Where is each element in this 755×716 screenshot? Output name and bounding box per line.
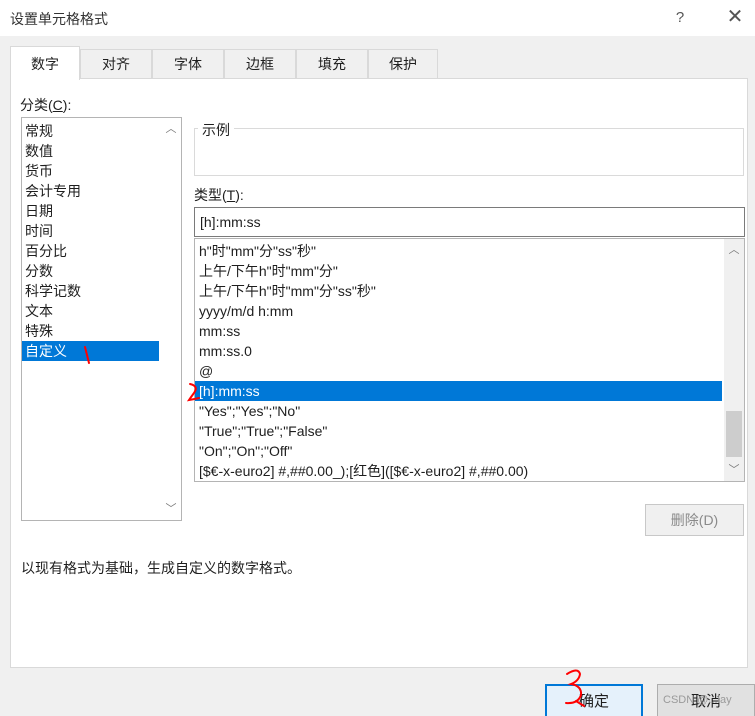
type-input[interactable]: [h]:mm:ss — [194, 207, 745, 237]
format-item[interactable]: [$€-x-euro2] #,##0.00_);[红色]([$€-x-euro2… — [195, 461, 722, 481]
tab-alignment[interactable]: 对齐 — [80, 49, 152, 79]
type-label: 类型(T): — [194, 187, 244, 203]
delete-button[interactable]: 删除(D) — [645, 504, 744, 536]
format-item[interactable]: yyyy/m/d h:mm — [195, 301, 722, 321]
format-item[interactable]: h"时"mm"分"ss"秒" — [195, 241, 722, 261]
format-item[interactable]: mm:ss.0 — [195, 341, 722, 361]
sample-label: 示例 — [198, 120, 234, 140]
category-item[interactable]: 分数 — [22, 261, 159, 281]
title-bar: 设置单元格格式 ? ✕ — [0, 0, 755, 36]
scroll-down-icon[interactable]: ﹀ — [724, 461, 744, 479]
tab-number[interactable]: 数字 — [10, 46, 80, 80]
help-button[interactable]: ? — [668, 6, 692, 30]
format-item[interactable]: "On";"On";"Off" — [195, 441, 722, 461]
category-item[interactable]: 时间 — [22, 221, 159, 241]
category-item[interactable]: 会计专用 — [22, 181, 159, 201]
scroll-up-icon[interactable]: ︿ — [161, 120, 181, 138]
scroll-up-icon[interactable]: ︿ — [724, 241, 744, 259]
annotation-mark-2 — [186, 383, 200, 402]
category-item[interactable]: 百分比 — [22, 241, 159, 261]
format-item[interactable]: mm:ss — [195, 321, 722, 341]
annotation-mark-1 — [84, 346, 90, 364]
category-list[interactable]: 常规 数值 货币 会计专用 日期 时间 百分比 分数 科学记数 文本 特殊 自定… — [21, 117, 182, 521]
scroll-thumb[interactable] — [726, 411, 742, 457]
format-item[interactable]: 上午/下午h"时"mm"分"ss"秒" — [195, 281, 722, 301]
dialog-title: 设置单元格格式 — [10, 11, 108, 27]
category-item[interactable]: 特殊 — [22, 321, 159, 341]
ok-button[interactable]: 确定 — [545, 684, 643, 716]
format-item[interactable]: @ — [195, 361, 722, 381]
category-item[interactable]: 常规 — [22, 121, 159, 141]
format-item[interactable]: "Yes";"Yes";"No" — [195, 401, 722, 421]
format-item[interactable]: 上午/下午h"时"mm"分" — [195, 261, 722, 281]
category-item[interactable]: 科学记数 — [22, 281, 159, 301]
category-item[interactable]: 日期 — [22, 201, 159, 221]
category-scrollbar[interactable]: ︿ ﹀ — [161, 118, 181, 520]
sample-box — [194, 128, 744, 176]
format-scrollbar[interactable]: ︿ ﹀ — [724, 239, 744, 481]
format-description: 以现有格式为基础，生成自定义的数字格式。 — [21, 560, 301, 576]
category-item[interactable]: 货币 — [22, 161, 159, 181]
format-item[interactable]: "True";"True";"False" — [195, 421, 722, 441]
category-label: 分类(C): — [20, 97, 72, 113]
tab-protection[interactable]: 保护 — [368, 49, 438, 79]
tab-border[interactable]: 边框 — [224, 49, 296, 79]
category-item[interactable]: 文本 — [22, 301, 159, 321]
watermark: CSDN @...lay — [663, 694, 732, 706]
format-item-selected[interactable]: [h]:mm:ss — [195, 381, 722, 401]
format-list[interactable]: h"时"mm"分"ss"秒" 上午/下午h"时"mm"分" 上午/下午h"时"m… — [194, 238, 745, 482]
tab-fill[interactable]: 填充 — [296, 49, 368, 79]
tab-font[interactable]: 字体 — [152, 49, 224, 79]
scroll-down-icon[interactable]: ﹀ — [161, 500, 181, 518]
close-button[interactable]: ✕ — [723, 4, 747, 30]
annotation-mark-3 — [565, 669, 585, 707]
category-item[interactable]: 数值 — [22, 141, 159, 161]
